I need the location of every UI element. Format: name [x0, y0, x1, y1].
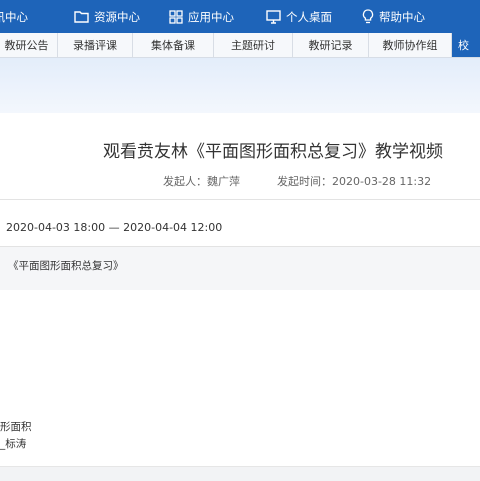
tab-research-records[interactable]: 教研记录 [293, 33, 369, 57]
nav-item-help[interactable]: 帮助中心 [362, 0, 425, 33]
tab-school[interactable]: 校 [452, 33, 480, 57]
video-link[interactable]: 《平面图形面积总复习》 [8, 258, 124, 273]
nav-item-apps[interactable]: 应用中心 [169, 0, 234, 33]
tab-topic-discussion[interactable]: 主题研讨 [214, 33, 293, 57]
page-title: 观看贲友林《平面图形面积总复习》教学视频 [103, 142, 443, 162]
initiator-label: 发起人：魏广萍 [163, 175, 240, 188]
tab-teacher-groups[interactable]: 教师协作组 [369, 33, 452, 57]
header-banner [0, 58, 480, 113]
nav-label: 资讯中心 [0, 9, 28, 24]
activity-date-range: 2020-04-03 18:00 — 2020-04-04 12:00 [6, 221, 223, 234]
top-nav: 资讯中心 资源中心 应用中心 个人桌面 帮助中心 [0, 0, 480, 33]
tab-recorded-lessons[interactable]: 录播评课 [58, 33, 133, 57]
tab-group-prep[interactable]: 集体备课 [133, 33, 214, 57]
nav-label: 个人桌面 [286, 9, 332, 24]
nav-label: 应用中心 [188, 9, 234, 24]
monitor-icon [266, 9, 281, 24]
nav-item-desktop[interactable]: 个人桌面 [266, 0, 332, 33]
created-time-label: 发起时间：2020-03-28 11:32 [277, 175, 432, 188]
divider [0, 199, 480, 200]
nav-label: 帮助中心 [379, 9, 425, 24]
text-fragment: 形面积 [0, 421, 32, 433]
secondary-nav: 教研公告 录播评课 集体备课 主题研讨 教研记录 教师协作组 校 [0, 33, 480, 58]
nav-item-news[interactable]: 资讯中心 [0, 0, 28, 33]
text-fragment: _标涛 [0, 438, 27, 450]
grid-icon [169, 9, 183, 24]
tab-announcements[interactable]: 教研公告 [0, 33, 58, 57]
nav-item-resources[interactable]: 资源中心 [74, 0, 140, 33]
lightbulb-icon [362, 9, 374, 24]
nav-label: 资源中心 [94, 9, 140, 24]
footer-bar [0, 466, 480, 481]
folder-icon [74, 11, 89, 23]
